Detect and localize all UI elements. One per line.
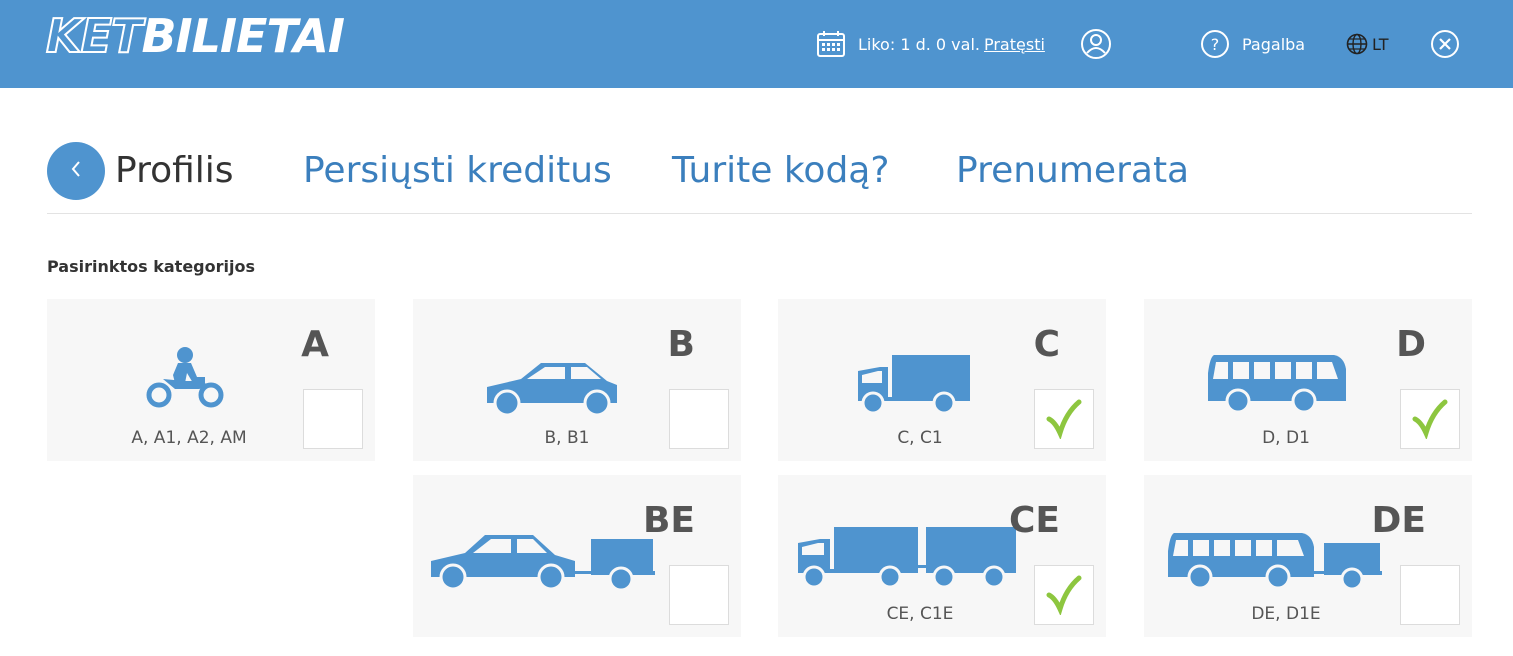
close-button[interactable] xyxy=(1430,28,1460,60)
category-card-a[interactable]: A A, A1, A2, AM xyxy=(47,299,375,461)
category-card-b[interactable]: B B, B1 xyxy=(413,299,741,461)
svg-text:?: ? xyxy=(1211,35,1220,54)
subscription-status: Liko: 1 d. 0 val. Pratęsti xyxy=(816,28,1045,60)
category-subtitle: A, A1, A2, AM xyxy=(131,428,247,448)
category-checkbox[interactable] xyxy=(669,565,729,625)
help-label: Pagalba xyxy=(1242,34,1306,54)
category-subtitle: CE, C1E xyxy=(886,604,954,624)
category-subtitle: DE, D1E xyxy=(1251,604,1321,624)
category-code: B xyxy=(667,324,695,365)
logo-bilietai: BILIETAI xyxy=(141,9,345,63)
have-code-link[interactable]: Turite kodą? xyxy=(672,147,889,195)
globe-icon xyxy=(1346,33,1368,55)
category-subtitle: B, B1 xyxy=(544,428,590,448)
category-subtitle: C, C1 xyxy=(897,428,943,448)
calendar-icon xyxy=(816,29,846,59)
category-card-ce[interactable]: CE CE, C1E xyxy=(778,475,1106,637)
category-code: D xyxy=(1396,324,1426,365)
category-checkbox[interactable] xyxy=(1400,565,1460,625)
page-title: Profilis xyxy=(115,150,234,191)
bus-icon xyxy=(1208,355,1346,414)
category-code: C xyxy=(1033,324,1060,365)
check-icon xyxy=(1046,399,1082,439)
category-checkbox[interactable] xyxy=(669,389,729,449)
help-button[interactable]: ? Pagalba xyxy=(1200,28,1305,60)
chevron-left-icon xyxy=(69,159,83,183)
category-code: CE xyxy=(1008,500,1060,541)
check-icon xyxy=(1046,575,1082,615)
top-bar: KETBILIETAI Liko: 1 d. 0 val. Pratęsti xyxy=(0,0,1513,88)
category-checkbox[interactable] xyxy=(303,389,363,449)
category-card-de[interactable]: DE DE, D1E xyxy=(1144,475,1472,637)
car-trailer-icon xyxy=(431,535,655,591)
extend-link[interactable]: Pratęsti xyxy=(984,35,1045,54)
close-icon xyxy=(1430,29,1460,59)
category-card-c[interactable]: C C, C1 xyxy=(778,299,1106,461)
logo-ket: KET xyxy=(45,9,143,63)
motorcycle-icon xyxy=(146,347,224,408)
language-button[interactable]: LT xyxy=(1346,28,1388,60)
truck-icon xyxy=(858,355,970,415)
check-icon xyxy=(1412,399,1448,439)
send-credits-link[interactable]: Persiųsti kreditus xyxy=(303,147,612,195)
logo[interactable]: KET BILIETAI xyxy=(45,9,345,63)
car-icon xyxy=(487,363,617,415)
back-button[interactable] xyxy=(47,142,105,200)
category-subtitle: D, D1 xyxy=(1262,428,1310,448)
user-button[interactable] xyxy=(1080,28,1112,60)
subscription-text: Liko: 1 d. 0 val. xyxy=(858,34,980,54)
category-checkbox[interactable] xyxy=(1400,389,1460,449)
category-checkbox[interactable] xyxy=(1034,565,1094,625)
category-code: DE xyxy=(1371,500,1426,541)
category-code: A xyxy=(301,324,329,365)
category-checkbox[interactable] xyxy=(1034,389,1094,449)
language-label: LT xyxy=(1372,34,1389,54)
section-title: Pasirinktos kategorijos xyxy=(47,257,255,276)
help-icon: ? xyxy=(1200,29,1230,59)
truck-trailer-icon xyxy=(798,527,1016,589)
category-code: BE xyxy=(642,500,695,541)
profile-nav: Profilis Persiųsti kreditus Turite kodą?… xyxy=(47,142,1472,214)
category-card-be[interactable]: BE xyxy=(413,475,741,637)
user-icon xyxy=(1080,28,1112,60)
bus-trailer-icon xyxy=(1168,533,1382,591)
subscription-link[interactable]: Prenumerata xyxy=(956,147,1189,195)
category-card-d[interactable]: D D, D1 xyxy=(1144,299,1472,461)
